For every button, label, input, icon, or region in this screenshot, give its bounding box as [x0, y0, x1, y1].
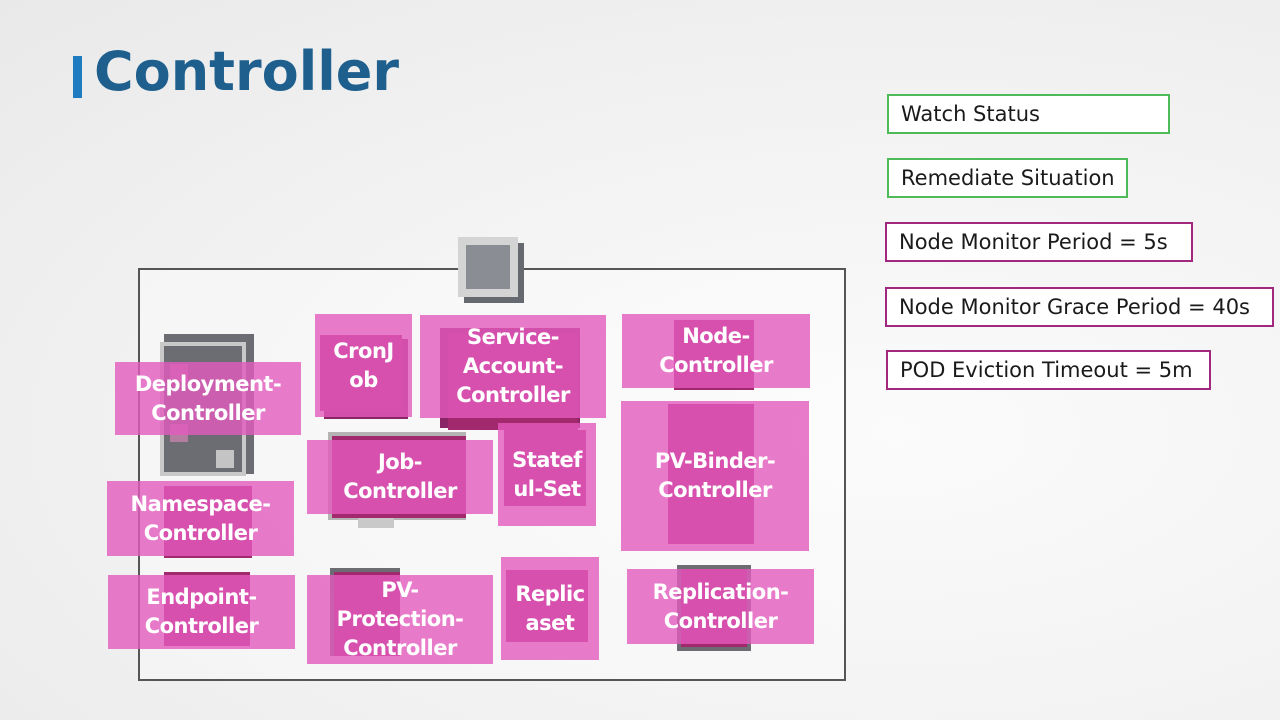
endpoint-controller: Endpoint- Controller: [108, 575, 295, 649]
controller-label: Replic aset: [515, 581, 585, 635]
pv-protection-controller: PV- Protection- Controller: [307, 575, 493, 664]
page-title: Controller: [94, 40, 399, 103]
node-monitor-period-label: Node Monitor Period = 5s: [885, 222, 1193, 262]
node-controller: Node- Controller: [622, 314, 810, 388]
remediate-situation-label: Remediate Situation: [887, 158, 1128, 198]
job-controller: Job- Controller: [307, 440, 493, 514]
replication-controller: Replication- Controller: [627, 569, 814, 644]
controller-label: Namespace- Controller: [130, 491, 271, 545]
controller-label: CronJ ob: [333, 338, 394, 392]
controller-label: Job- Controller: [343, 450, 457, 503]
controller-label: Node- Controller: [659, 324, 773, 377]
controller-label: PV- Protection- Controller: [336, 578, 464, 660]
deployment-controller: Deployment- Controller: [115, 362, 301, 435]
title-accent-bar: [73, 56, 82, 98]
replicaset-controller: Replic aset: [501, 557, 599, 660]
controller-label: Endpoint- Controller: [144, 585, 259, 638]
watch-status-label: Watch Status: [887, 94, 1170, 134]
controller-label: PV-Binder- Controller: [654, 449, 776, 502]
statefulset-controller: Statef ul-Set: [498, 423, 596, 526]
label-text: Watch Status: [901, 102, 1040, 126]
controller-label: Deployment- Controller: [134, 371, 282, 425]
service-account-controller: Service- Account- Controller: [420, 315, 606, 418]
label-text: POD Eviction Timeout = 5m: [900, 358, 1193, 382]
pod-eviction-timeout-label: POD Eviction Timeout = 5m: [886, 350, 1211, 390]
label-text: Remediate Situation: [901, 166, 1115, 190]
server-icon: [458, 237, 524, 303]
node-monitor-grace-period-label: Node Monitor Grace Period = 40s: [885, 287, 1274, 327]
pv-binder-controller: PV-Binder- Controller: [621, 401, 809, 551]
cronjob-controller: CronJ ob: [315, 314, 412, 417]
namespace-controller: Namespace- Controller: [107, 481, 294, 556]
controller-label: Replication- Controller: [652, 579, 789, 633]
label-text: Node Monitor Period = 5s: [899, 230, 1168, 254]
controller-label: Statef ul-Set: [512, 447, 582, 501]
controller-label: Service- Account- Controller: [456, 325, 570, 407]
label-text: Node Monitor Grace Period = 40s: [899, 295, 1250, 319]
